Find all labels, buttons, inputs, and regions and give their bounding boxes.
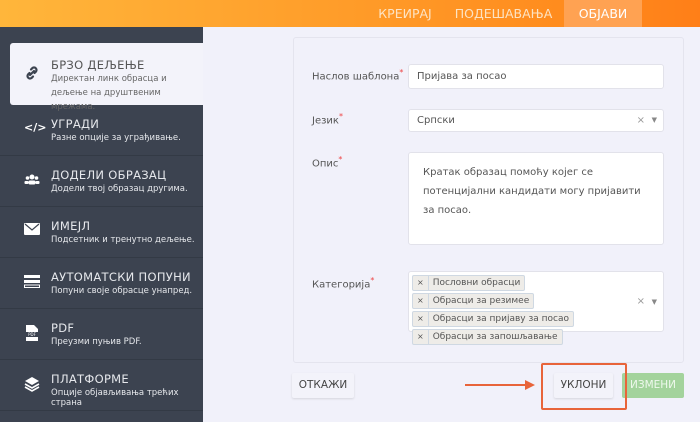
remove-chip-icon[interactable]: × [413, 294, 429, 308]
sidebar-item-desc: Подсетник и тренутно дељење. [51, 235, 195, 245]
chevron-down-icon[interactable]: ▼ [652, 298, 657, 306]
sidebar-item-title: БРЗО ДЕЉЕЊЕ [51, 58, 145, 72]
category-multiselect[interactable]: × Пословни обрасци × Обрасци за резимее × Об… [408, 271, 664, 345]
tab-publish[interactable]: ОБЈАВИ [564, 0, 642, 27]
tab-settings[interactable]: ПОДЕШАВАЊА [452, 0, 555, 27]
code-icon: </> [24, 121, 47, 134]
description-textarea[interactable]: Кратак образац помоћу којег се потенција… [408, 152, 664, 245]
arrow-icon [465, 380, 535, 390]
sidebar-item-pdf[interactable]: PDF PDF Преузми пуњив PDF. [0, 309, 203, 360]
chevron-down-icon[interactable]: ▼ [652, 110, 657, 131]
highlight-box [541, 363, 627, 410]
sidebar-item-desc: Попуни своје обрасце унапред. [51, 286, 193, 296]
remove-chip-icon[interactable]: × [413, 276, 429, 290]
sidebar-item-desc: Опције објављивања трећих страна [51, 388, 179, 408]
edit-button[interactable]: ИЗМЕНИ [622, 373, 684, 398]
category-chip: × Обрасци за пријаву за посао [412, 311, 574, 327]
tab-create[interactable]: КРЕИРАЈ [368, 0, 442, 27]
sidebar-item-assign-form[interactable]: ДОДЕЛИ ОБРАЗАЦ Додели твој образац други… [0, 156, 203, 207]
sidebar-item-desc: Додели твој образац другима. [51, 184, 188, 194]
sidebar-item-title: УГРАДИ [51, 117, 100, 131]
sidebar-item-title: ИМЕЈЛ [51, 219, 91, 233]
sidebar-item-platforms[interactable]: ПЛАТФОРМЕ Опције објављивања трећих стра… [0, 360, 203, 411]
category-label: Категорија* [312, 276, 375, 291]
autofill-icon [24, 274, 40, 290]
layers-icon [24, 376, 40, 392]
pdf-icon: PDF [24, 325, 40, 341]
sidebar-item-embed[interactable]: </> УГРАДИ Разне опције за уграђивање. [0, 105, 203, 156]
category-chip: × Пословни обрасци [412, 275, 526, 291]
cancel-button[interactable]: ОТКАЖИ [292, 373, 354, 398]
language-select[interactable]: Српски × ▼ [408, 109, 664, 132]
remove-chip-icon[interactable]: × [413, 312, 429, 326]
sidebar-item-autofill[interactable]: АУТОМАТСКИ ПОПУНИ Попуни своје обрасце у… [0, 258, 203, 309]
sidebar-item-desc: Преузми пуњив PDF. [51, 337, 142, 347]
sidebar-item-desc: Разне опције за уграђивање. [51, 133, 181, 143]
title-input[interactable]: Пријава за посао [408, 64, 664, 89]
language-label: Језик* [312, 112, 343, 127]
title-label: Наслов шаблона* [312, 68, 404, 83]
sidebar-item-quick-share[interactable]: БРЗО ДЕЉЕЊЕ Директан линк обрасца и деље… [10, 43, 203, 112]
sidebar-item-title: ДОДЕЛИ ОБРАЗАЦ [51, 168, 167, 182]
top-nav: КРЕИРАЈ ПОДЕШАВАЊА ОБЈАВИ [0, 0, 700, 27]
link-icon [24, 65, 40, 81]
sidebar-item-title: PDF [51, 321, 75, 335]
envelope-icon [24, 223, 40, 239]
sidebar: БРЗО ДЕЉЕЊЕ Директан линк обрасца и деље… [0, 27, 203, 422]
sidebar-item-email[interactable]: ИМЕЈЛ Подсетник и тренутно дељење. [0, 207, 203, 258]
users-icon [24, 172, 40, 188]
svg-text:PDF: PDF [28, 332, 36, 337]
category-chip: × Обрасци за запошљавање [412, 329, 563, 345]
clear-icon[interactable]: × [637, 296, 645, 307]
clear-icon[interactable]: × [637, 110, 645, 131]
remove-chip-icon[interactable]: × [413, 330, 429, 344]
category-chip: × Обрасци за резимее [412, 293, 535, 309]
description-label: Опис* [312, 155, 343, 170]
language-value: Српски [417, 115, 455, 126]
sidebar-item-title: АУТОМАТСКИ ПОПУНИ [51, 270, 191, 284]
sidebar-item-title: ПЛАТФОРМЕ [51, 372, 129, 386]
